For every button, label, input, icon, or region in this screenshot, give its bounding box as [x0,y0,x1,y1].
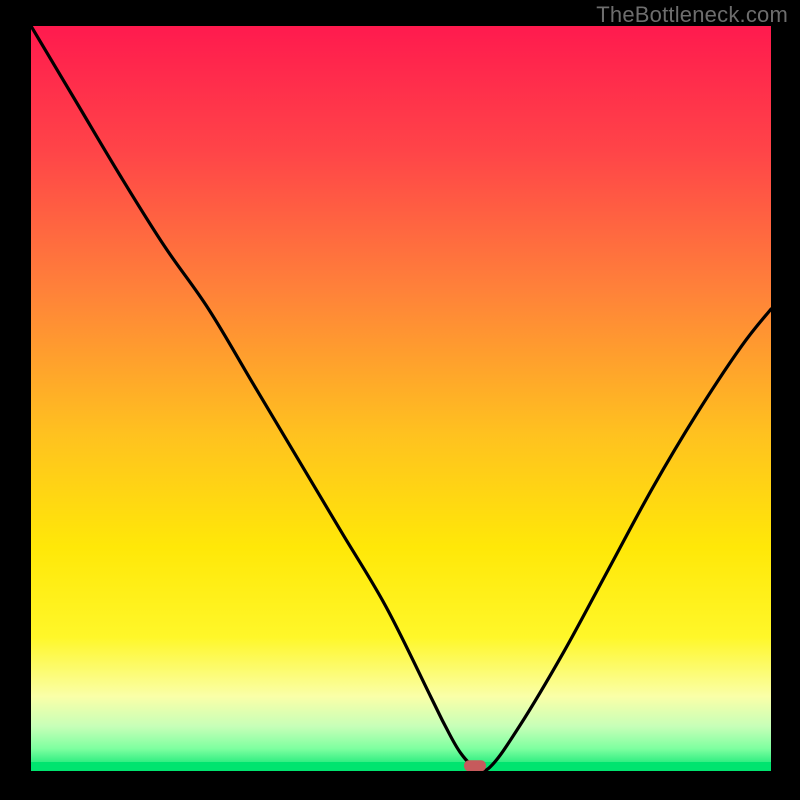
gradient-background [31,26,771,771]
chart-frame: TheBottleneck.com [0,0,800,800]
plot-area [31,26,771,771]
watermark-text: TheBottleneck.com [596,2,788,28]
baseline-strip [31,762,771,771]
optimal-point-marker [464,760,486,771]
plot-svg [31,26,771,771]
